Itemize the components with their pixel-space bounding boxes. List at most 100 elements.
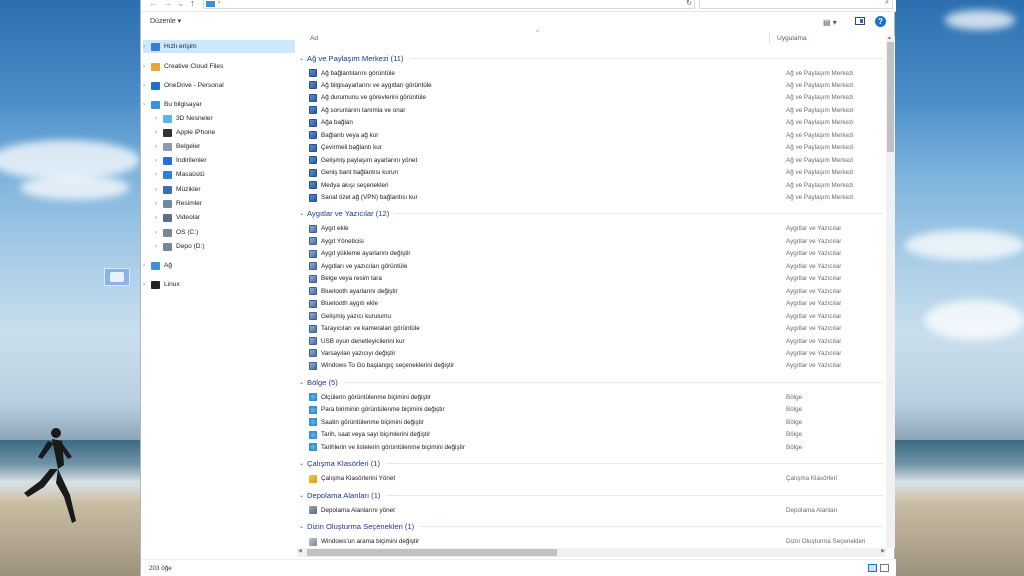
list-item[interactable]: Bağlantı veya ağ kur Ağ ve Paylaşım Merke… [309,129,881,141]
preview-pane-icon[interactable] [855,17,865,25]
list-item[interactable]: Para biriminin görüntülenme biçimini değ… [309,404,881,416]
up-arrow-icon[interactable]: ↑ [190,0,195,8]
change-view-icon[interactable]: ▤ ▾ [823,18,837,27]
list-item[interactable]: Çevirmeli bağlantı kur Ağ ve Paylaşım Mer… [309,142,881,154]
nav-item[interactable]: › Hızlı erişim [143,40,295,53]
list-item[interactable]: Gelişmiş yazıcı kurulumu Aygıtlar ve Yazı… [309,310,881,322]
list-item[interactable]: Ağ sorunlarını tanımla ve onar Ağ ve Payl… [309,104,881,116]
list-item[interactable]: Sanal özel ağ (VPN) bağlantısı kur Ağ ve … [309,192,881,204]
recent-chevron-icon[interactable]: ⌄ [177,0,185,9]
expand-chevron-icon[interactable]: › [155,130,163,136]
expand-chevron-icon[interactable]: › [143,64,151,70]
scroll-left-arrow-icon[interactable]: ◀ [298,548,302,554]
list-item[interactable]: Belge veya resim tara Aygıtlar ve Yazıcıl… [309,273,881,285]
details-view-icon[interactable] [868,564,877,572]
column-name-header[interactable]: Ad [310,35,318,42]
list-item[interactable]: Varsayılan yazıcıyı değiştir Aygıtlar ve … [309,347,881,359]
expand-chevron-icon[interactable]: › [155,144,163,150]
nav-item[interactable]: › İndirilenler [155,154,295,167]
expand-chevron-icon[interactable]: › [155,158,163,164]
vertical-scrollbar[interactable]: ▲ [886,35,895,548]
expand-chevron-icon[interactable]: › [155,172,163,178]
list-item[interactable]: USB oyun denetleyicilerini kur Aygıtlar v… [309,335,881,347]
list-item[interactable]: Çalışma Klasörlerini Yönet Çalışma Klasör… [309,473,881,485]
list-item[interactable]: Ağ bağlantılarını görüntüle Ağ ve Paylaşı… [309,67,881,79]
group-header[interactable]: ⌄ Aygıtlar ve Yazıcılar (12) [299,208,883,220]
expand-chevron-icon[interactable]: › [155,187,163,193]
nav-item[interactable]: › Masaüstü [155,168,295,181]
nav-item[interactable]: › Belgeler [155,140,295,153]
column-divider[interactable] [769,33,770,45]
scroll-up-arrow-icon[interactable]: ▲ [887,35,892,41]
large-icons-view-icon[interactable] [880,564,889,572]
expand-chevron-icon[interactable]: › [155,116,163,122]
scroll-right-arrow-icon[interactable]: ▶ [881,548,885,554]
list-item[interactable]: Windows To Go başlangıç seçeneklerini de… [309,360,881,372]
list-item[interactable]: Windows'un arama biçimini değiştir Dizin … [309,536,881,548]
nav-item[interactable]: › Linux [143,278,295,291]
list-item[interactable]: Saatin görüntülenme biçimini değiştir Böl… [309,416,881,428]
expand-chevron-icon[interactable]: › [155,201,163,207]
nav-item[interactable]: › Videolar [155,211,295,224]
forward-arrow-icon[interactable]: → [163,0,172,8]
list-item[interactable]: Aygıt Yöneticisi Aygıtlar ve Yazıcılar [309,235,881,247]
nav-item[interactable]: › OneDrive - Personal [143,79,295,92]
collapse-chevron-icon[interactable]: ⌄ [299,379,307,386]
list-item[interactable]: Aygıt ekle Aygıtlar ve Yazıcılar [309,223,881,235]
horizontal-scrollbar[interactable]: ◀ ▶ [297,548,886,557]
group-header[interactable]: ⌄ Depolama Alanları (1) [299,489,883,501]
group-header[interactable]: ⌄ Bölge (5) [299,376,883,388]
nav-item[interactable]: › Ağ [143,259,295,272]
list-item[interactable]: Bluetooth aygıtı ekle Aygıtlar ve Yazıcıl… [309,298,881,310]
nav-item[interactable]: › Depo (D:) [155,240,295,253]
list-item[interactable]: Ağa bağlan Ağ ve Paylaşım Merkezi [309,117,881,129]
collapse-chevron-icon[interactable]: ⌄ [299,492,307,499]
expand-chevron-icon[interactable]: › [155,244,163,250]
list-item[interactable]: Tarih, saat veya sayı biçimlerini değişt… [309,429,881,441]
expand-chevron-icon[interactable]: › [143,44,151,50]
nav-item[interactable]: › OS (C:) [155,226,295,239]
horizontal-scroll-thumb[interactable] [307,549,557,556]
search-input[interactable]: ⌕ [699,0,893,9]
expand-chevron-icon[interactable]: › [143,83,151,89]
column-app-header[interactable]: Uygulama [777,35,807,42]
expand-chevron-icon[interactable]: › [143,282,151,288]
help-icon[interactable]: ? [875,16,886,27]
address-bar[interactable]: › ↻ [203,0,695,9]
refresh-icon[interactable]: ↻ [686,0,692,7]
group-header[interactable]: ⌄ Çalışma Klasörleri (1) [299,458,883,470]
nav-item[interactable]: › 3D Nesneler [155,112,295,125]
collapse-chevron-icon[interactable]: ⌄ [299,523,307,530]
collapse-chevron-icon[interactable]: ⌄ [299,460,307,467]
list-item[interactable]: Gelişmiş paylaşım ayarlarını yönet Ağ ve … [309,154,881,166]
nav-item[interactable]: › Resimler [155,197,295,210]
back-arrow-icon[interactable]: ← [149,0,158,8]
breadcrumb-separator[interactable]: › [218,0,220,6]
list-item[interactable]: Tarihlerin ve listelerin görüntülenme bi… [309,441,881,453]
vertical-scroll-thumb[interactable] [887,42,894,152]
expand-chevron-icon[interactable]: › [155,215,163,221]
collapse-chevron-icon[interactable]: ⌄ [299,210,307,217]
list-item[interactable]: Aygıt yükleme ayarlarını değiştir Aygıtla… [309,248,881,260]
list-item[interactable]: Depolama Alanlarını yönet Depolama Alanla… [309,504,881,516]
desktop-shortcut-icon[interactable] [104,268,130,286]
list-item[interactable]: Aygıtları ve yazıcıları görüntüle Aygıtla… [309,260,881,272]
nav-item[interactable]: › Apple iPhone [155,126,295,139]
list-item[interactable]: Ölçülerin görüntülenme biçimini değiştir… [309,391,881,403]
expand-chevron-icon[interactable]: › [155,230,163,236]
organize-menu-button[interactable]: Düzenle ▾ [150,17,181,25]
list-item[interactable]: Ağ bilgisayarlarını ve aygıtları görüntü… [309,79,881,91]
list-item[interactable]: Medya akışı seçenekleri Ağ ve Paylaşım Me… [309,179,881,191]
group-header[interactable]: ⌄ Ağ ve Paylaşım Merkezi (11) [299,52,883,64]
expand-chevron-icon[interactable]: › [143,102,151,108]
nav-item[interactable]: › Müzikler [155,183,295,196]
collapse-chevron-icon[interactable]: ⌄ [299,55,307,62]
list-item[interactable]: Geniş bant bağlantısı kurun Ağ ve Paylaşı… [309,167,881,179]
nav-item[interactable]: › Creative Cloud Files [143,60,295,73]
nav-item[interactable]: › Bu bilgisayar [143,98,295,111]
list-item[interactable]: Tarayıcıları ve kameraları görüntüle Aygı… [309,323,881,335]
expand-chevron-icon[interactable]: › [143,263,151,269]
list-item[interactable]: Bluetooth ayarlarını değiştir Aygıtlar ve… [309,285,881,297]
group-header[interactable]: ⌄ Dizin Oluşturma Seçenekleri (1) [299,521,883,533]
list-item[interactable]: Ağ durumunu ve görevlerini görüntüle Ağ v… [309,92,881,104]
